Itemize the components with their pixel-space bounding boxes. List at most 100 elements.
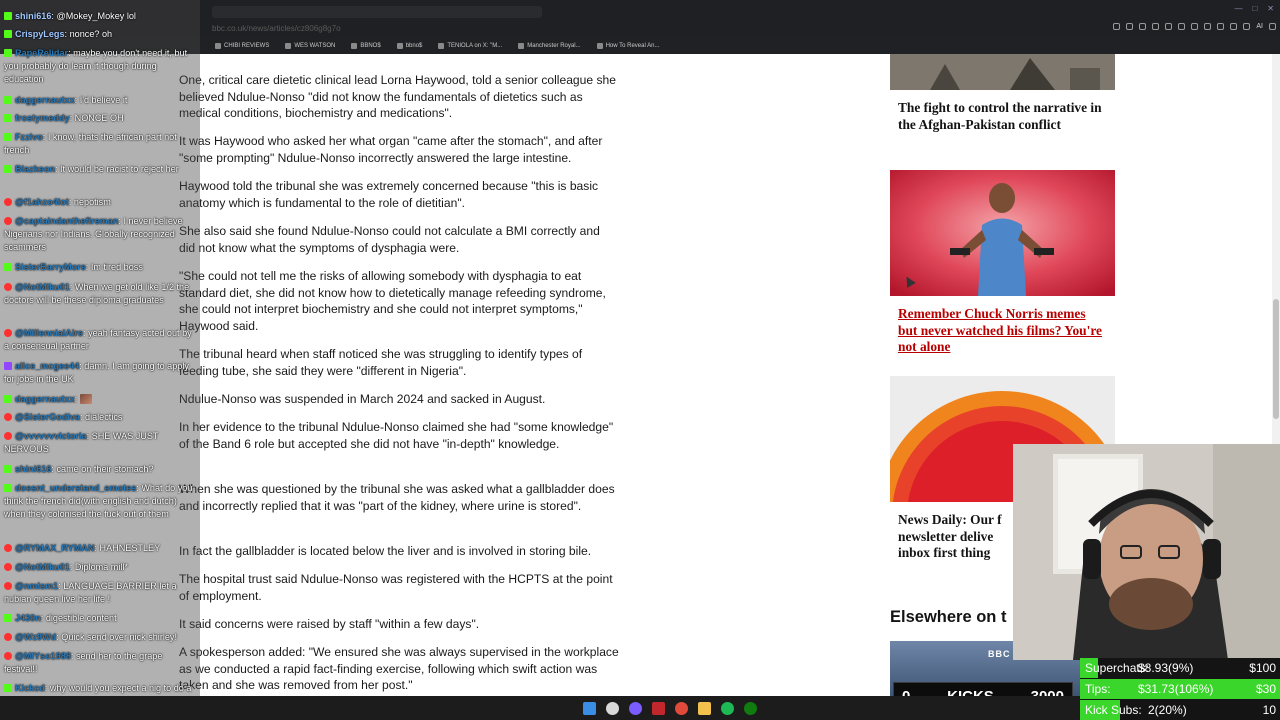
extension-icon[interactable] xyxy=(1204,23,1212,30)
bookmark-item[interactable]: bbno$ xyxy=(396,43,422,49)
bookmark-item[interactable]: Manchester Royal... xyxy=(518,43,581,49)
menu-icon[interactable] xyxy=(1269,23,1276,30)
maximize-icon[interactable]: □ xyxy=(1252,4,1257,13)
afghan-story-image[interactable] xyxy=(890,54,1115,90)
zoom-icon[interactable] xyxy=(1126,23,1134,30)
article-paragraph: It was Haywood who asked her what organ … xyxy=(179,134,603,165)
chat-message: RapeRelidar: maybe you don't need it, bu… xyxy=(4,48,188,85)
chat-message: alice_mcgee44: damn. I am going to apply… xyxy=(4,361,189,385)
xbox-icon[interactable] xyxy=(744,701,757,715)
chat-message: daggernautxx: I'd believe it xyxy=(4,94,196,107)
youtube-badge-icon xyxy=(4,283,12,291)
kick-badge-icon xyxy=(4,49,12,57)
file-explorer-icon[interactable] xyxy=(698,701,711,715)
chat-username: @NotMiku01 xyxy=(15,562,70,572)
chat-username: @RYMAX_RYMAN xyxy=(15,543,95,553)
extension-icon[interactable] xyxy=(1165,23,1173,30)
chat-username: Kickcd xyxy=(15,683,45,693)
chuck-norris-story-image[interactable] xyxy=(890,170,1115,296)
article-paragraph: Ndulue-Nonso was suspended in March 2024… xyxy=(179,392,546,406)
chat-username: @Wz9Wd xyxy=(15,632,57,642)
folder-icon xyxy=(285,43,292,49)
story-headline[interactable]: The fight to control the narrative in th… xyxy=(890,90,1115,133)
emote-icon xyxy=(79,394,92,404)
chat-username: @f1ahzo4lot xyxy=(15,197,69,207)
youtube-badge-icon xyxy=(4,652,12,660)
spotify-icon[interactable] xyxy=(721,701,734,715)
kick-badge-icon xyxy=(4,395,12,403)
chat-text: Diploma mill* xyxy=(74,562,128,572)
chat-username: shini616 xyxy=(15,464,52,474)
bookmark-item[interactable]: How To Reveal An... xyxy=(596,43,659,49)
extension-icon[interactable] xyxy=(1178,23,1186,30)
address-bar[interactable]: bbc.co.uk/news/articles/cz806g8g7o xyxy=(212,24,341,33)
tips-goal: $30 xyxy=(1255,682,1276,696)
kick-subs-goal-row: Kick Subs: 2(20%) 10 xyxy=(1080,700,1280,720)
donation-goals-panel: Superchats: $8.93(9%) $100 Tips: $31.73(… xyxy=(1080,658,1280,720)
story-headline[interactable]: News Daily: Our f newsletter delive inbo… xyxy=(890,502,1025,562)
bookmark-item[interactable]: WES WATSON xyxy=(285,43,335,49)
chat-text: HAHNESTLEY xyxy=(99,543,161,553)
chat-message: SisterBarryMore: Im tired boss xyxy=(4,261,196,274)
close-icon[interactable]: ✕ xyxy=(1267,4,1274,13)
download-icon[interactable] xyxy=(1230,23,1238,30)
youtube-badge-icon xyxy=(4,217,12,225)
chat-username: RapeRelidar xyxy=(15,48,69,58)
windows-start-icon[interactable] xyxy=(583,701,596,715)
article-paragraph: It said concerns were raised by staff "w… xyxy=(179,617,480,631)
ai-button[interactable]: AI xyxy=(1256,23,1263,30)
site-icon xyxy=(396,43,403,49)
chat-username: @captaindanthefireman xyxy=(15,216,119,226)
article-paragraph: The hospital trust said Ndulue-Nonso was… xyxy=(179,572,613,603)
chat-text: digestible content xyxy=(45,613,117,623)
tips-goal-row: Tips: $31.73(106%) $30 xyxy=(1080,679,1280,699)
youtube-badge-icon xyxy=(4,198,12,206)
search-icon[interactable] xyxy=(606,701,619,715)
extension-icon[interactable] xyxy=(1152,23,1160,30)
folder-icon xyxy=(215,43,221,49)
superchats-goal: $100 xyxy=(1249,661,1276,675)
minimize-icon[interactable]: — xyxy=(1234,4,1242,13)
bookmark-item[interactable]: TENIOLA on X: "M... xyxy=(438,43,502,49)
bookmark-star-icon[interactable] xyxy=(1217,23,1225,30)
chat-username: @NotMiku01 xyxy=(15,282,70,292)
streaming-app-icon[interactable] xyxy=(652,701,665,715)
chat-message: @nmism1: LANGUAGE BARRIER let a nubian q… xyxy=(4,581,177,605)
chuck-norris-photo xyxy=(890,170,1115,296)
chat-username: daggernautxx xyxy=(15,95,75,105)
chat-message: Fzzivo: I know, thats the african part n… xyxy=(4,132,177,156)
tab-strip[interactable] xyxy=(212,6,542,18)
tips-value: $31.73(106%) xyxy=(1138,682,1214,696)
story-card-chuck-norris[interactable]: Remember Chuck Norris memes but never wa… xyxy=(890,296,1115,364)
chat-message: @Wz9Wd: Quick send over nick shirley! xyxy=(4,631,196,644)
chat-username: alice_mcgee44 xyxy=(15,361,80,371)
chat-username: daggernautxx xyxy=(15,394,75,404)
chat-username: @SisterGodiva xyxy=(15,412,80,422)
youtube-badge-icon xyxy=(4,413,12,421)
scrollbar-thumb[interactable] xyxy=(1273,299,1279,419)
kick-badge-icon xyxy=(4,12,12,20)
discord-icon[interactable] xyxy=(629,701,642,715)
translate-icon[interactable] xyxy=(1139,23,1147,30)
kick-subs-value: 2(20%) xyxy=(1148,703,1187,717)
chat-message: @vvvvvvvictoria: SHE WAS JUST NERVOUS xyxy=(4,431,159,455)
story-headline[interactable]: Remember Chuck Norris memes but never wa… xyxy=(890,296,1115,356)
chat-message: Blazkeon: It would be racist to reject h… xyxy=(4,163,196,176)
chat-message: daggernautxx: xyxy=(4,393,196,406)
extension-icons: AI xyxy=(1113,23,1276,30)
stream-chat-overlay: shini616: @Mokey_Mokey lol CrispyLegs: n… xyxy=(0,0,200,720)
youtube-badge-icon xyxy=(4,329,12,337)
chat-username: doesnt_understand_emotes xyxy=(15,483,137,493)
bookmark-item[interactable]: BBNO$ xyxy=(351,43,381,49)
extension-icon[interactable] xyxy=(1113,23,1121,30)
chrome-icon[interactable] xyxy=(675,701,688,715)
extension-icon[interactable] xyxy=(1191,23,1199,30)
bookmark-item[interactable]: CHIBI REVIEWS xyxy=(215,43,269,49)
chat-message: @MlYso1988: send her to the grape festiv… xyxy=(4,651,163,675)
chat-text: I'd believe it xyxy=(79,95,128,105)
profile-icon[interactable] xyxy=(1243,23,1251,30)
story-card-afghan[interactable]: The fight to control the narrative in th… xyxy=(890,90,1115,156)
chat-text: It would be racist to reject her xyxy=(60,164,179,174)
kick-subs-label: Kick Subs: xyxy=(1085,703,1142,717)
article-paragraph: Haywood told the tribunal she was extrem… xyxy=(179,179,599,210)
